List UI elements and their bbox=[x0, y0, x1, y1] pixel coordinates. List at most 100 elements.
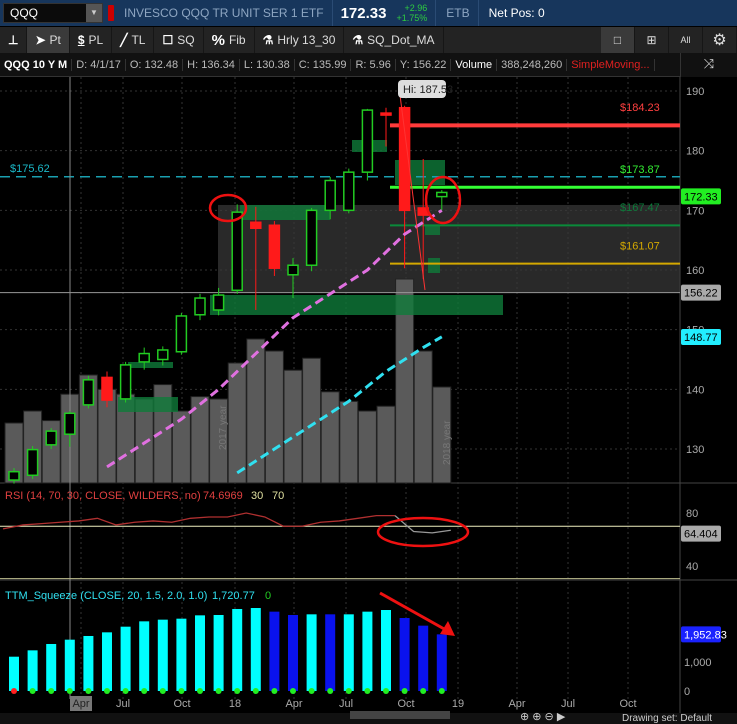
chart-area[interactable]: $175.62 $184.23 $173.87 $167.47 $161.07 2017 … bbox=[0, 77, 737, 713]
pointer-tool[interactable]: ➤ Pt bbox=[27, 26, 70, 54]
squeeze-bar bbox=[102, 632, 112, 691]
settings-button[interactable]: ⚙ bbox=[703, 26, 737, 54]
flask-icon: ⚗ bbox=[352, 33, 364, 47]
price-tick: 160 bbox=[686, 265, 704, 277]
squeeze-bar bbox=[64, 639, 75, 691]
squeeze-tick: 0 bbox=[684, 686, 690, 698]
horizontal-scrollbar[interactable] bbox=[350, 711, 450, 719]
pl-tool[interactable]: $ PL bbox=[70, 26, 113, 54]
rsi-last-tag: 64.404 bbox=[684, 529, 718, 541]
level-label-r1: $184.23 bbox=[620, 102, 660, 114]
squeeze-bar bbox=[9, 656, 19, 691]
squeeze-dot bbox=[383, 688, 389, 694]
zoom-controls[interactable]: ⊕ ⊕ ⊖ ▶ bbox=[520, 710, 565, 723]
info-close: C: 135.99 bbox=[295, 58, 352, 71]
time-tick: 18 bbox=[229, 698, 241, 710]
info-low: L: 130.38 bbox=[240, 58, 295, 71]
candle-up bbox=[157, 349, 169, 361]
rsi-title: RSI (14, 70, 30, CLOSE, WILDERS, no) bbox=[5, 490, 201, 502]
time-tick: Oct bbox=[397, 698, 414, 710]
trendline-tool[interactable]: ╱ TL bbox=[112, 26, 155, 54]
squeeze-dot bbox=[290, 688, 296, 694]
squeeze-panel: TTM_Squeeze (CLOSE, 20, 1.5, 2.0, 1.0) 1,… bbox=[5, 590, 447, 694]
squeeze-bar bbox=[288, 614, 298, 691]
last-price: 172.33 bbox=[340, 4, 387, 22]
drawing-set[interactable]: Drawing set: Default bbox=[622, 713, 712, 724]
info-open: O: 132.48 bbox=[126, 58, 184, 71]
squeeze-bar bbox=[195, 615, 205, 691]
volume-bar bbox=[283, 369, 303, 484]
pin-button[interactable]: ⊥ bbox=[0, 26, 28, 54]
squeeze-bar bbox=[343, 614, 354, 691]
squeeze-dot bbox=[11, 688, 17, 694]
candle-up bbox=[82, 379, 95, 406]
squeeze-last-tag: 1,952.83 bbox=[684, 629, 727, 641]
squeeze-bar bbox=[399, 618, 410, 691]
study-sqdot-button[interactable]: ⚗ SQ_Dot_MA bbox=[344, 26, 444, 54]
info-high: H: 136.34 bbox=[183, 58, 240, 71]
squeeze-bar bbox=[269, 611, 280, 691]
volume-bar bbox=[376, 405, 396, 484]
info-date: D: 4/1/17 bbox=[72, 58, 126, 71]
candle-up bbox=[45, 430, 57, 446]
single-grid-icon: □ bbox=[613, 33, 622, 47]
all-button[interactable]: All bbox=[669, 26, 703, 54]
single-layout-button[interactable]: □ bbox=[601, 26, 635, 54]
square-icon: ☐ bbox=[162, 33, 174, 47]
symbol-input[interactable]: QQQ ▼ bbox=[3, 3, 103, 23]
squeeze-bar bbox=[250, 608, 261, 691]
time-tick: Apr bbox=[508, 698, 525, 710]
drawing-toolbar: ⊥ ➤ Pt $ PL ╱ TL ☐ SQ % Fib ⚗ Hrly 13_30 ⚗ SQ_D… bbox=[0, 26, 737, 54]
squeeze-bar bbox=[139, 621, 150, 691]
candle-up bbox=[194, 297, 206, 316]
candle-down bbox=[250, 221, 262, 229]
squeeze-dot bbox=[438, 688, 445, 694]
squeeze-bar bbox=[157, 619, 168, 691]
chevron-down-icon[interactable]: ▼ bbox=[86, 4, 102, 22]
squeeze-dot bbox=[215, 688, 222, 694]
candle-down bbox=[268, 224, 281, 269]
time-tick: Oct bbox=[173, 698, 190, 710]
volume-bar bbox=[413, 350, 433, 484]
candle-down bbox=[101, 376, 113, 401]
squeeze-bar bbox=[306, 614, 317, 691]
candle-up bbox=[287, 264, 299, 276]
squeeze-dot bbox=[29, 688, 36, 694]
candle-up bbox=[436, 191, 448, 198]
squeeze-dot bbox=[104, 688, 110, 694]
time-tick: Apr bbox=[285, 698, 302, 710]
sma-study-label[interactable]: SimpleMoving... bbox=[567, 58, 655, 71]
symbol-description: INVESCO QQQ TR UNIT SER 1 ETF bbox=[124, 6, 324, 20]
crosshair-price-tag: 156.22 bbox=[684, 288, 718, 300]
study-hrly-button[interactable]: ⚗ Hrly 13_30 bbox=[255, 26, 345, 54]
price-change: +2.96 +1.75% bbox=[396, 3, 427, 23]
square-tool[interactable]: ☐ SQ bbox=[154, 26, 204, 54]
label: All bbox=[680, 35, 691, 45]
change-pct: +1.75% bbox=[396, 13, 428, 23]
info-range: R: 5.96 bbox=[351, 58, 396, 71]
chart-style-button[interactable]: ⤨ bbox=[680, 53, 737, 77]
candle-up bbox=[119, 364, 132, 400]
candle-up bbox=[212, 294, 225, 311]
grid-layout-button[interactable]: ⊞ bbox=[635, 26, 669, 54]
candle-up bbox=[343, 171, 355, 212]
etb-badge: ETB bbox=[446, 6, 470, 20]
percent-icon: % bbox=[211, 31, 225, 49]
squeeze-bar bbox=[232, 608, 243, 691]
symbol-value: QQQ bbox=[10, 6, 39, 20]
squeeze-dot bbox=[420, 688, 427, 694]
alert-flag-icon[interactable] bbox=[108, 5, 114, 21]
supply-demand-zone bbox=[425, 225, 440, 235]
fib-tool[interactable]: % Fib bbox=[204, 26, 255, 54]
chart-title: QQQ 10 Y M bbox=[0, 58, 73, 71]
last-price-tag: 172.33 bbox=[684, 191, 718, 203]
level-label-r2: $173.87 bbox=[620, 164, 660, 176]
year-label: 2017 year bbox=[218, 405, 229, 450]
cursor-icon: ➤ bbox=[35, 33, 46, 47]
info-y: Y: 156.22 bbox=[396, 58, 452, 71]
squeeze-dot bbox=[122, 688, 129, 694]
change-abs: +2.96 bbox=[404, 3, 428, 13]
squeeze-bar bbox=[436, 634, 447, 691]
rsi-tick: 80 bbox=[686, 508, 698, 520]
price-tick: 190 bbox=[686, 86, 704, 98]
